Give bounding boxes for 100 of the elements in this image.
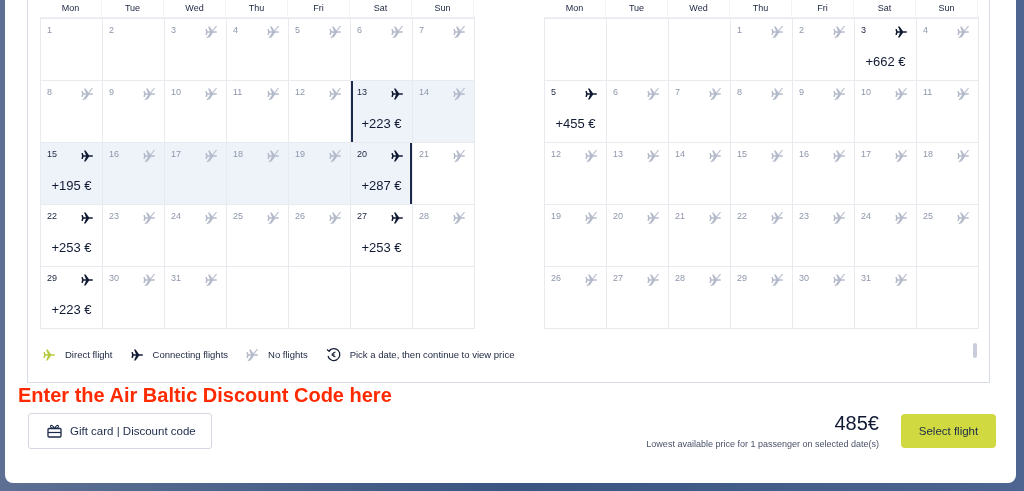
no-flight-icon xyxy=(833,87,846,101)
day-cell[interactable]: 31 xyxy=(855,267,917,329)
no-flight-icon xyxy=(267,87,280,101)
day-cell[interactable]: 27 xyxy=(607,267,669,329)
day-number: 30 xyxy=(109,273,119,283)
day-cell[interactable]: 6 xyxy=(607,81,669,143)
plane-icon xyxy=(391,211,404,225)
day-cell[interactable]: 10 xyxy=(165,81,227,143)
day-number: 28 xyxy=(419,211,429,221)
day-cell[interactable]: 7 xyxy=(669,81,731,143)
scrollbar-thumb[interactable] xyxy=(973,343,977,358)
day-cell[interactable]: 24 xyxy=(165,205,227,267)
day-cell[interactable]: 8 xyxy=(41,81,103,143)
no-flight-icon xyxy=(895,149,908,163)
day-cell[interactable]: 17 xyxy=(855,143,917,205)
day-cell[interactable]: 2 xyxy=(103,19,165,81)
weekday-label: Sun xyxy=(916,0,978,17)
day-cell[interactable]: 25 xyxy=(917,205,979,267)
day-cell[interactable]: 16 xyxy=(793,143,855,205)
day-cell[interactable]: 11 xyxy=(917,81,979,143)
no-flight-icon xyxy=(205,149,218,163)
gift-card-button[interactable]: Gift card | Discount code xyxy=(28,412,212,449)
plane-icon xyxy=(81,211,94,225)
day-cell[interactable]: 10 xyxy=(855,81,917,143)
day-cell[interactable]: 5 xyxy=(289,19,351,81)
day-number: 21 xyxy=(675,211,685,221)
day-price: +223 € xyxy=(360,116,403,131)
no-flight-icon xyxy=(771,25,784,39)
day-cell[interactable]: 11 xyxy=(227,81,289,143)
no-flight-icon xyxy=(143,87,156,101)
day-cell[interactable]: 16 xyxy=(103,143,165,205)
day-number: 5 xyxy=(551,87,556,97)
day-cell[interactable]: 22 +253 € xyxy=(41,205,103,267)
day-cell[interactable]: 20 xyxy=(607,205,669,267)
day-cell[interactable]: 21 xyxy=(669,205,731,267)
day-number: 16 xyxy=(799,149,809,159)
no-flight-icon xyxy=(205,87,218,101)
day-cell[interactable]: 7 xyxy=(413,19,475,81)
day-cell[interactable]: 19 xyxy=(289,143,351,205)
day-number: 17 xyxy=(171,149,181,159)
day-number: 2 xyxy=(109,25,114,35)
day-cell[interactable]: 14 xyxy=(413,81,475,143)
day-number: 27 xyxy=(357,211,367,221)
day-cell[interactable]: 15 xyxy=(731,143,793,205)
day-cell[interactable]: 13 xyxy=(607,143,669,205)
day-cell[interactable]: 18 xyxy=(917,143,979,205)
day-cell[interactable]: 1 xyxy=(731,19,793,81)
day-cell[interactable]: 27 +253 € xyxy=(351,205,413,267)
day-cell[interactable]: 19 xyxy=(545,205,607,267)
day-cell[interactable]: 29 +223 € xyxy=(41,267,103,329)
no-flight-icon xyxy=(246,347,260,362)
no-flight-icon xyxy=(895,211,908,225)
day-cell[interactable]: 2 xyxy=(793,19,855,81)
no-flight-icon xyxy=(709,87,722,101)
no-flight-icon xyxy=(329,211,342,225)
day-cell[interactable]: 4 xyxy=(917,19,979,81)
no-flight-icon xyxy=(957,211,970,225)
day-cell[interactable]: 12 xyxy=(545,143,607,205)
day-cell[interactable]: 28 xyxy=(413,205,475,267)
no-flight-icon xyxy=(143,211,156,225)
day-cell[interactable]: 1 xyxy=(41,19,103,81)
weekday-label: Thu xyxy=(730,0,792,17)
day-cell[interactable]: 30 xyxy=(793,267,855,329)
day-cell[interactable]: 8 xyxy=(731,81,793,143)
weekday-label: Tue xyxy=(606,0,668,17)
day-number: 12 xyxy=(551,149,561,159)
day-number: 13 xyxy=(613,149,623,159)
day-cell[interactable]: 14 xyxy=(669,143,731,205)
no-flight-icon xyxy=(453,25,466,39)
day-cell[interactable]: 18 xyxy=(227,143,289,205)
day-cell[interactable]: 17 xyxy=(165,143,227,205)
no-flight-icon xyxy=(709,273,722,287)
day-cell[interactable]: 9 xyxy=(793,81,855,143)
day-cell[interactable]: 12 xyxy=(289,81,351,143)
day-cell[interactable]: 20 +287 € xyxy=(351,143,413,205)
day-cell[interactable]: 26 xyxy=(289,205,351,267)
no-flight-icon xyxy=(833,273,846,287)
day-cell[interactable]: 31 xyxy=(165,267,227,329)
day-cell[interactable]: 15 +195 € xyxy=(41,143,103,205)
day-cell[interactable]: 13 +223 € xyxy=(351,81,413,143)
weekday-label: Thu xyxy=(226,0,288,17)
day-cell[interactable]: 30 xyxy=(103,267,165,329)
day-cell[interactable]: 5 +455 € xyxy=(545,81,607,143)
day-cell[interactable]: 6 xyxy=(351,19,413,81)
day-number: 5 xyxy=(295,25,300,35)
day-cell[interactable]: 3 xyxy=(165,19,227,81)
day-cell[interactable]: 28 xyxy=(669,267,731,329)
day-cell[interactable]: 25 xyxy=(227,205,289,267)
day-cell[interactable]: 29 xyxy=(731,267,793,329)
day-cell[interactable]: 4 xyxy=(227,19,289,81)
day-cell[interactable]: 23 xyxy=(103,205,165,267)
day-cell[interactable]: 24 xyxy=(855,205,917,267)
day-cell[interactable]: 23 xyxy=(793,205,855,267)
select-flight-button[interactable]: Select flight xyxy=(901,413,996,448)
day-cell[interactable]: 3 +662 € xyxy=(855,19,917,81)
day-cell[interactable]: 9 xyxy=(103,81,165,143)
day-cell[interactable]: 26 xyxy=(545,267,607,329)
day-number: 17 xyxy=(861,149,871,159)
day-cell[interactable]: 22 xyxy=(731,205,793,267)
day-cell[interactable]: 21 xyxy=(413,143,475,205)
